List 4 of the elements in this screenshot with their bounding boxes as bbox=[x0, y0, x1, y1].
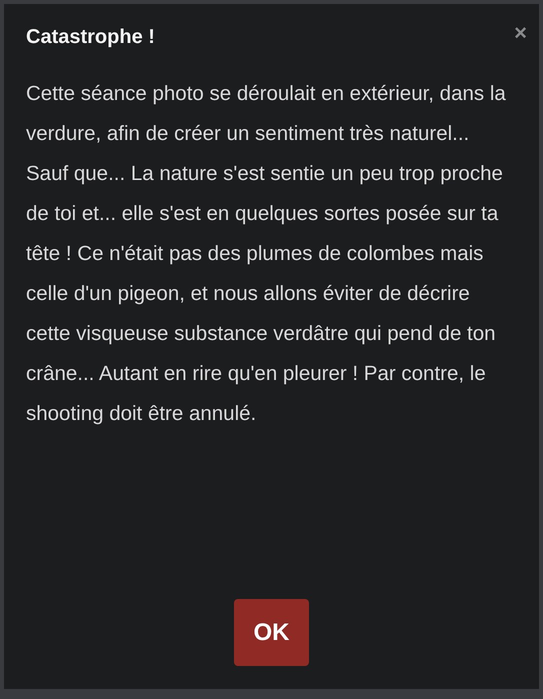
close-button[interactable]: × bbox=[514, 22, 527, 44]
dialog-title: Catastrophe ! bbox=[26, 25, 155, 50]
ok-button[interactable]: OK bbox=[234, 599, 309, 666]
message-text: Cette séance photo se déroulait en extérieur, dans la verdure, afin de créer un sentiment très naturel... Sauf que... La nature s'est sentie un peu trop proche de toi et... elle s'est en quelques sortes posée sur ta tête ! Ce n'était pas des plumes de colombes mais celle d'un pigeon, et nous allons éviter de décrire cette visqueuse substance verdâtre qui pend de ton crâne... Autant en rire qu'en pleurer ! Par contre, le shooting doit être annulé. bbox=[26, 81, 507, 427]
